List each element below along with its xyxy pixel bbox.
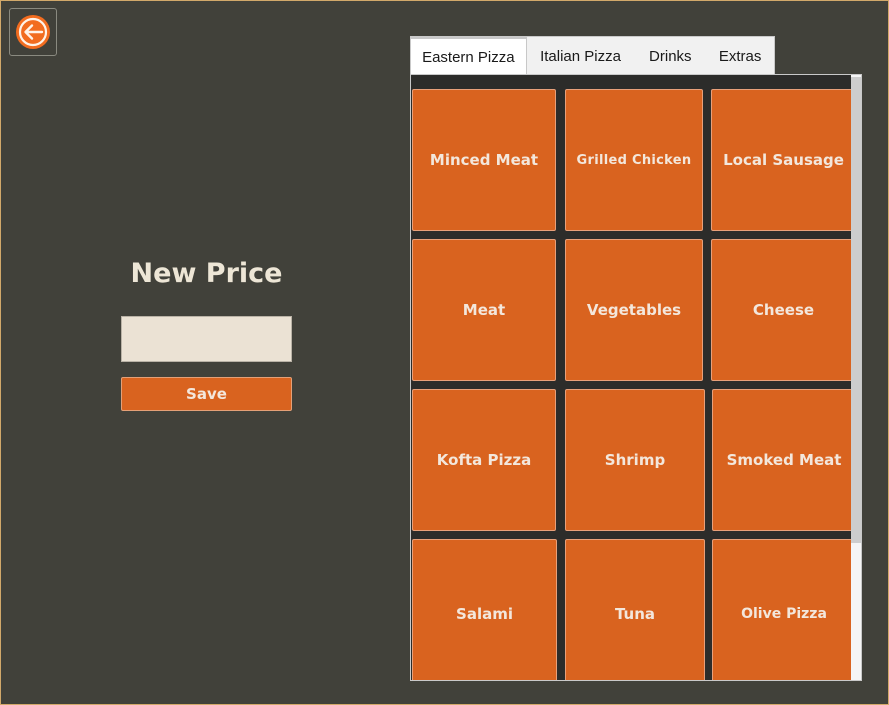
category-tabs: Eastern Pizza Italian Pizza Drinks Extra… bbox=[410, 36, 775, 75]
item-minced-meat[interactable]: Minced Meat bbox=[412, 89, 556, 231]
item-local-sausage[interactable]: Local Sausage bbox=[711, 89, 851, 231]
item-grilled-chicken[interactable]: Grilled Chicken bbox=[565, 89, 703, 231]
item-olive-pizza[interactable]: Olive Pizza bbox=[712, 539, 851, 680]
tab-extras[interactable]: Extras bbox=[706, 37, 774, 75]
vertical-scrollbar[interactable] bbox=[851, 75, 861, 680]
item-vegetables[interactable]: Vegetables bbox=[565, 239, 703, 381]
item-salami[interactable]: Salami bbox=[412, 539, 557, 680]
new-price-input[interactable] bbox=[121, 316, 292, 362]
tab-italian-pizza[interactable]: Italian Pizza bbox=[527, 37, 635, 75]
new-price-title: New Price bbox=[130, 258, 283, 289]
item-tuna[interactable]: Tuna bbox=[565, 539, 705, 680]
item-smoked-meat[interactable]: Smoked Meat bbox=[712, 389, 851, 531]
items-grid: Minced Meat Grilled Chicken Local Sausag… bbox=[411, 75, 851, 680]
tab-drinks[interactable]: Drinks bbox=[634, 37, 706, 75]
item-shrimp[interactable]: Shrimp bbox=[565, 389, 705, 531]
item-kofta-pizza[interactable]: Kofta Pizza bbox=[412, 389, 556, 531]
item-cheese[interactable]: Cheese bbox=[711, 239, 851, 381]
back-button[interactable] bbox=[9, 8, 57, 56]
scrollbar-thumb[interactable] bbox=[851, 77, 861, 543]
save-button[interactable]: Save bbox=[121, 377, 292, 411]
tab-eastern-pizza[interactable]: Eastern Pizza bbox=[411, 37, 527, 75]
item-meat[interactable]: Meat bbox=[412, 239, 556, 381]
arrow-left-circle-icon bbox=[16, 15, 50, 49]
items-panel: Minced Meat Grilled Chicken Local Sausag… bbox=[410, 74, 862, 681]
